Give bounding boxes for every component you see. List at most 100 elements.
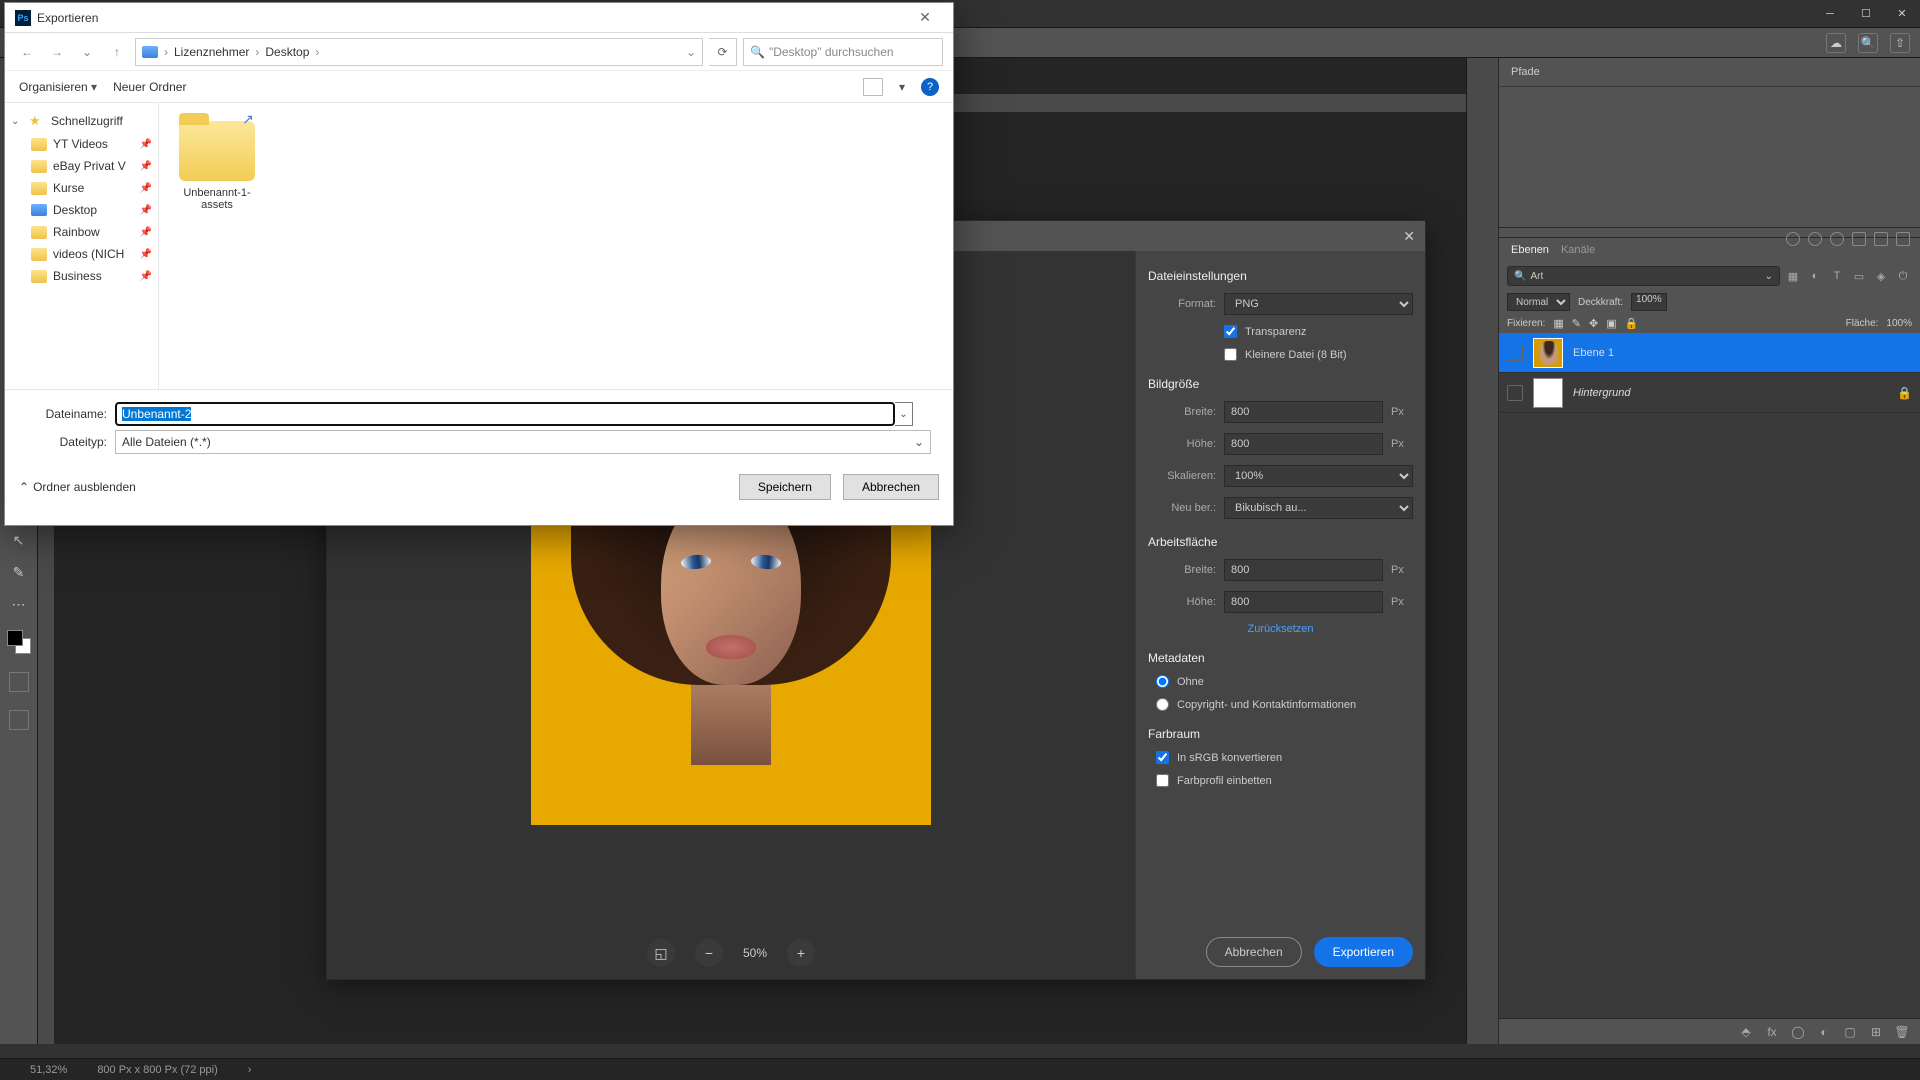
format-select[interactable]: PNG (1224, 293, 1413, 315)
status-caret[interactable]: › (248, 1064, 252, 1076)
speichern-button[interactable]: Speichern (739, 474, 831, 500)
metadata-copyright-radio[interactable] (1156, 698, 1169, 711)
folder-name: Unbenannt-1-assets (169, 187, 265, 211)
forward-button[interactable]: → (45, 40, 69, 64)
embed-profile-checkbox[interactable] (1156, 774, 1169, 787)
tree-videos[interactable]: videos (NICH📌 (5, 243, 158, 265)
tab-ebenen[interactable]: Ebenen (1511, 244, 1549, 256)
group-icon[interactable]: ▢ (1842, 1024, 1858, 1040)
search-icon[interactable]: 🔍 (1858, 33, 1878, 53)
view-dropdown[interactable]: ▾ (899, 80, 905, 94)
scale-select[interactable]: 100% (1224, 465, 1413, 487)
quickmask-icon[interactable] (9, 672, 29, 692)
resample-select[interactable]: Bikubisch au... (1224, 497, 1413, 519)
preview-controls: ◱ − 50% + (647, 939, 815, 967)
fx-icon[interactable]: fx (1764, 1024, 1780, 1040)
dialog-title: Exportieren (37, 11, 98, 25)
close-button[interactable]: ✕ (1884, 2, 1920, 26)
view-button[interactable] (863, 78, 883, 96)
zoom-in-icon[interactable]: + (787, 939, 815, 967)
more-tools-icon[interactable]: ⋯ (7, 592, 31, 616)
tree-business[interactable]: Business📌 (5, 265, 158, 287)
section-colorspace: Farbraum (1148, 727, 1413, 741)
export-button[interactable]: Exportieren (1314, 937, 1413, 967)
search-input[interactable]: 🔍 "Desktop" durchsuchen (743, 38, 943, 66)
zoom-out-icon[interactable]: − (695, 939, 723, 967)
layer-filter[interactable]: 🔍 Art ⌄ (1507, 266, 1780, 286)
move-tool-icon[interactable]: ↖ (7, 528, 31, 552)
folder-item[interactable]: ↗ Unbenannt-1-assets (169, 113, 265, 211)
link-icon[interactable]: ⬘ (1738, 1024, 1754, 1040)
dateityp-select[interactable]: Alle Dateien (*.*)⌄ (115, 430, 931, 454)
filter-smart-icon[interactable]: ◈ (1872, 267, 1890, 285)
lock-move-icon[interactable]: ✥ (1589, 317, 1598, 330)
close-icon[interactable]: ✕ (907, 6, 943, 30)
width-input[interactable] (1224, 401, 1383, 423)
opacity-value[interactable]: 100% (1631, 293, 1667, 311)
layer-row-ebene1[interactable]: Ebene 1 (1499, 333, 1920, 373)
cloud-icon[interactable]: ☁ (1826, 33, 1846, 53)
history-dropdown[interactable]: ⌄ (75, 40, 99, 64)
fit-icon[interactable]: ◱ (647, 939, 675, 967)
tree-kurse[interactable]: Kurse📌 (5, 177, 158, 199)
reset-link[interactable]: Zurücksetzen (1148, 623, 1413, 635)
tree-yt-videos[interactable]: YT Videos📌 (5, 133, 158, 155)
tree-desktop[interactable]: Desktop📌 (5, 199, 158, 221)
abbrechen-button[interactable]: Abbrechen (843, 474, 939, 500)
tree-schnellzugriff[interactable]: ⌄★Schnellzugriff (5, 109, 158, 133)
shortcut-icon: ↗ (239, 111, 257, 129)
organisieren-menu[interactable]: Organisieren ▾ (19, 80, 97, 94)
canvas-width-input[interactable] (1224, 559, 1383, 581)
fill-value[interactable]: 100% (1886, 318, 1912, 329)
layer-thumbnail (1533, 338, 1563, 368)
height-input[interactable] (1224, 433, 1383, 455)
maximize-button[interactable]: ☐ (1848, 2, 1884, 26)
layer-row-hintergrund[interactable]: Hintergrund 🔒 (1499, 373, 1920, 413)
dateiname-dropdown[interactable]: ⌄ (895, 402, 913, 426)
refresh-button[interactable]: ⟳ (709, 38, 737, 66)
dateiname-input[interactable] (115, 402, 895, 426)
status-zoom: 51,32% (30, 1064, 67, 1076)
transparenz-checkbox[interactable] (1224, 325, 1237, 338)
filter-adjust-icon[interactable]: ◐ (1806, 267, 1824, 285)
delete-layer-icon[interactable]: 🗑 (1894, 1024, 1910, 1040)
adjustment-icon[interactable]: ◐ (1816, 1024, 1832, 1040)
brush-tool-icon[interactable]: ✎ (7, 560, 31, 584)
color-chips[interactable] (7, 630, 31, 654)
metadata-none-radio[interactable] (1156, 675, 1169, 688)
filter-text-icon[interactable]: T (1828, 267, 1846, 285)
visibility-icon[interactable] (1507, 385, 1523, 401)
help-button[interactable]: ? (921, 78, 939, 96)
address-bar[interactable]: › Lizenznehmer › Desktop › ⌄ (135, 38, 703, 66)
canvas-height-input[interactable] (1224, 591, 1383, 613)
address-bar-row: ← → ⌄ ↑ › Lizenznehmer › Desktop › ⌄ ⟳ 🔍… (5, 33, 953, 71)
tree-ebay[interactable]: eBay Privat V📌 (5, 155, 158, 177)
share-icon[interactable]: ⇧ (1890, 33, 1910, 53)
blend-mode-select[interactable]: Normal (1507, 293, 1570, 311)
cancel-button[interactable]: Abbrechen (1206, 937, 1302, 967)
mask-icon[interactable]: ◯ (1790, 1024, 1806, 1040)
up-button[interactable]: ↑ (105, 40, 129, 64)
filter-toggle-icon[interactable]: ⏻ (1894, 267, 1912, 285)
neuer-ordner-button[interactable]: Neuer Ordner (113, 80, 186, 94)
filter-shape-icon[interactable]: ▭ (1850, 267, 1868, 285)
breadcrumb-lizenznehmer[interactable]: Lizenznehmer (174, 45, 249, 59)
lock-all-icon[interactable]: ▦ (1553, 317, 1563, 330)
tab-kanale[interactable]: Kanäle (1561, 244, 1595, 256)
screenmode-icon[interactable] (9, 710, 29, 730)
tree-rainbow[interactable]: Rainbow📌 (5, 221, 158, 243)
visibility-icon[interactable] (1507, 345, 1523, 361)
srgb-checkbox[interactable] (1156, 751, 1169, 764)
ordner-ausblenden-toggle[interactable]: ⌃ Ordner ausblenden (19, 480, 136, 494)
kleinere-checkbox[interactable] (1224, 348, 1237, 361)
lock-icon[interactable]: 🔒 (1625, 317, 1639, 330)
new-layer-icon[interactable]: ⊞ (1868, 1024, 1884, 1040)
filter-pixel-icon[interactable]: ▦ (1784, 267, 1802, 285)
close-icon[interactable]: ✕ (1403, 228, 1415, 245)
lock-paint-icon[interactable]: ✎ (1572, 317, 1581, 330)
back-button[interactable]: ← (15, 40, 39, 64)
file-list-area[interactable]: ↗ Unbenannt-1-assets (159, 103, 953, 389)
minimize-button[interactable]: ─ (1812, 2, 1848, 26)
breadcrumb-desktop[interactable]: Desktop (265, 45, 309, 59)
lock-artboard-icon[interactable]: ▣ (1606, 317, 1616, 330)
